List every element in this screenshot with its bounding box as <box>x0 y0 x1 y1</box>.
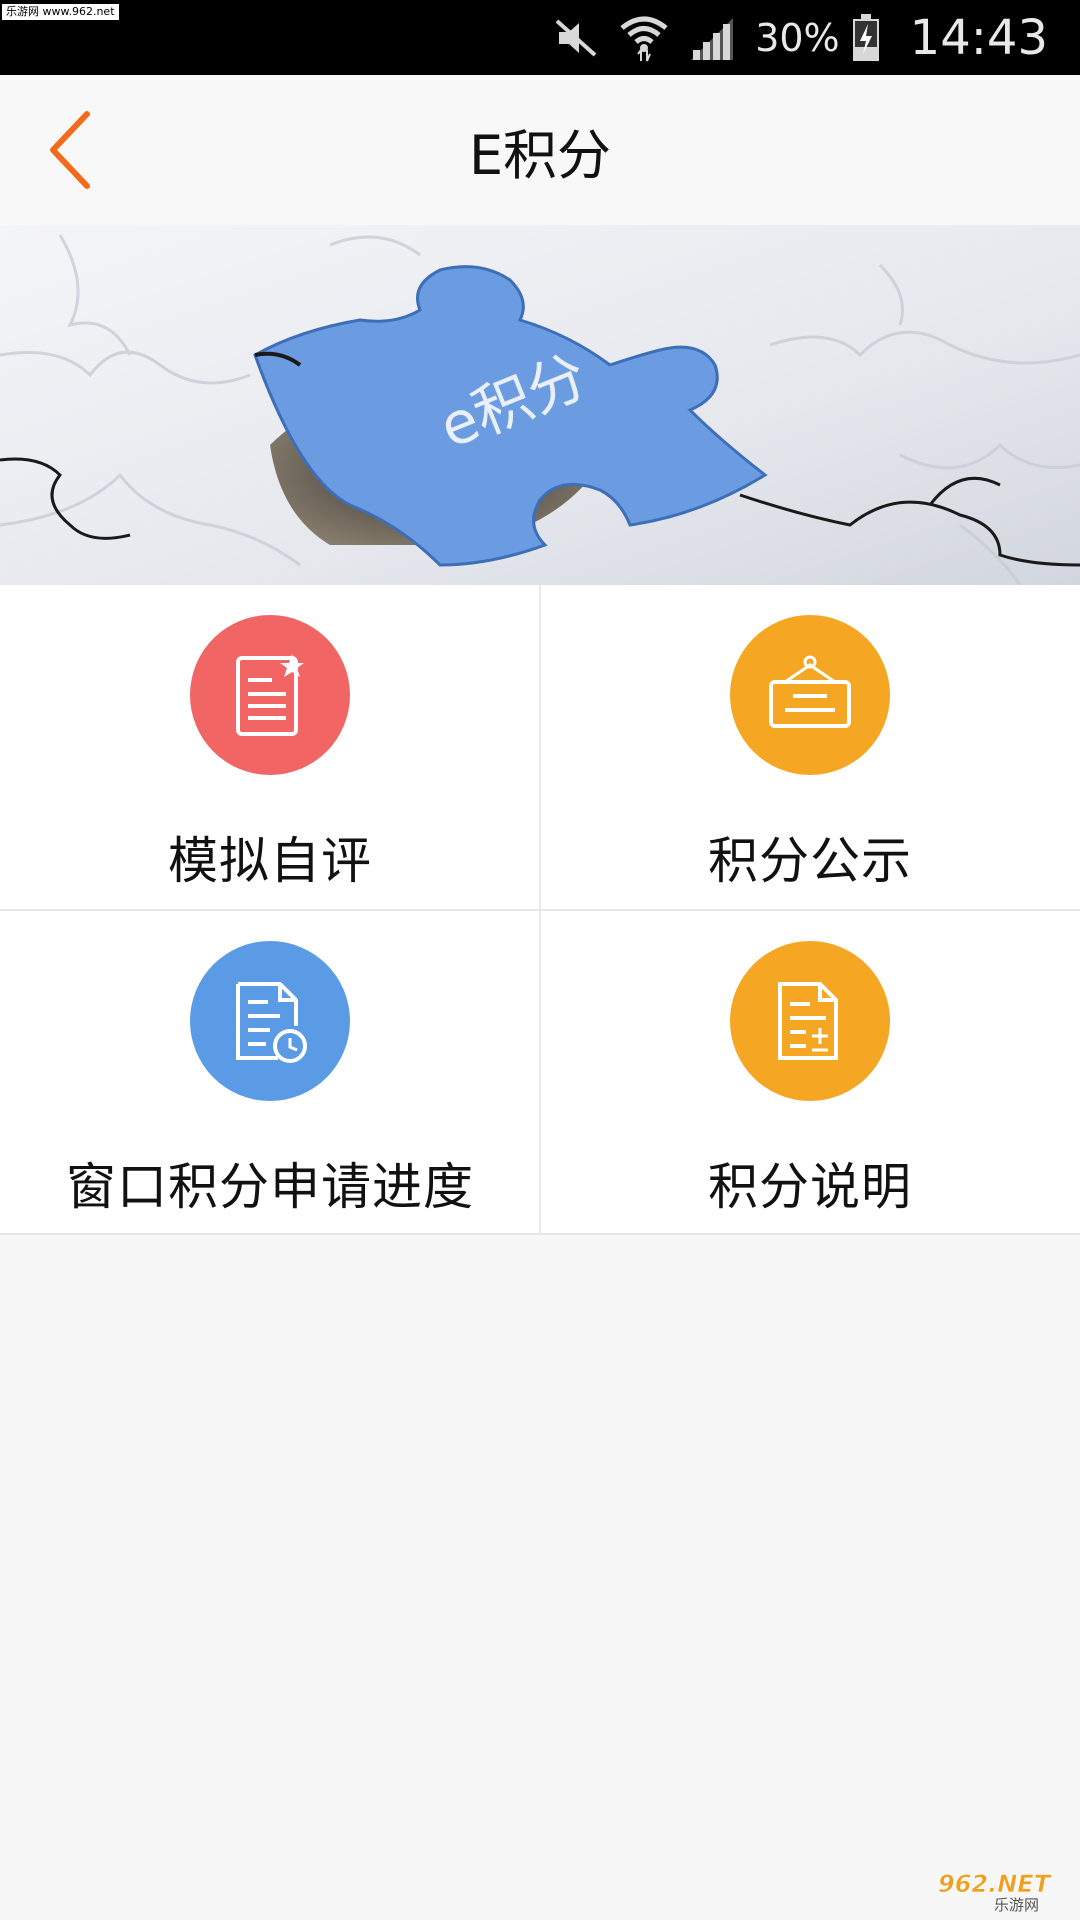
banner-image: e积分 <box>0 225 1080 585</box>
notice-board-icon <box>769 655 851 728</box>
watermark-label: 乐游网 www.962.net <box>2 4 119 20</box>
mute-icon <box>553 17 599 59</box>
document-clock-icon <box>236 982 307 1063</box>
watermark-sub-text: 乐游网 <box>994 1896 1039 1912</box>
points-notice-circle <box>730 615 890 775</box>
document-star-icon <box>236 654 304 736</box>
menu-item-label: 模拟自评 <box>168 832 372 890</box>
menu-item-points-explanation[interactable]: 积分说明 <box>540 911 1080 1235</box>
document-plus-minus-icon <box>778 982 838 1060</box>
status-icons: 30% 14:43 <box>553 0 1048 75</box>
self-assessment-circle <box>190 615 350 775</box>
battery-charging-icon <box>852 13 880 62</box>
page-title: E积分 <box>468 123 612 187</box>
watermark-main-text: 962.NET <box>938 1870 1052 1898</box>
menu-grid: 模拟自评 积分公示 窗口积分申请进度 积分说明 <box>0 585 1080 1235</box>
menu-item-self-assessment[interactable]: 模拟自评 <box>0 585 540 909</box>
clock: 14:43 <box>909 9 1048 66</box>
menu-item-points-notice[interactable]: 积分公示 <box>540 585 1080 909</box>
menu-item-application-progress[interactable]: 窗口积分申请进度 <box>0 911 540 1235</box>
app-header: E积分 <box>0 75 1080 225</box>
application-progress-circle <box>190 941 350 1101</box>
watermark-logo: 962.NET 乐游网 <box>934 1868 1074 1914</box>
menu-item-label: 积分说明 <box>708 1158 912 1216</box>
status-bar: 乐游网 www.962.net 30% 14:43 <box>0 0 1080 75</box>
points-explanation-circle <box>730 941 890 1101</box>
battery-percent: 30% <box>755 15 840 60</box>
wifi-icon <box>619 14 669 62</box>
menu-item-label: 积分公示 <box>708 832 912 890</box>
signal-icon <box>689 16 735 60</box>
menu-item-label: 窗口积分申请进度 <box>66 1158 474 1216</box>
